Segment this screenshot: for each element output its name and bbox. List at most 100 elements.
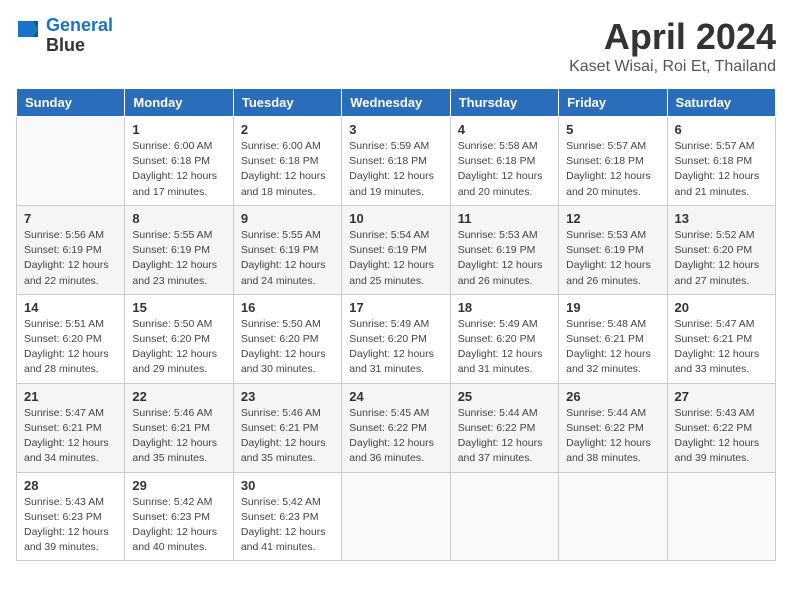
day-number: 19 xyxy=(566,300,659,315)
header-saturday: Saturday xyxy=(667,89,775,117)
header-wednesday: Wednesday xyxy=(342,89,450,117)
week-row-3: 14 Sunrise: 5:51 AMSunset: 6:20 PMDayligh… xyxy=(17,294,776,383)
day-info: Sunrise: 5:56 AMSunset: 6:19 PMDaylight:… xyxy=(24,228,117,289)
day-info: Sunrise: 5:46 AMSunset: 6:21 PMDaylight:… xyxy=(241,406,334,467)
day-info: Sunrise: 5:51 AMSunset: 6:20 PMDaylight:… xyxy=(24,317,117,378)
day-info: Sunrise: 5:44 AMSunset: 6:22 PMDaylight:… xyxy=(566,406,659,467)
day-cell: 18 Sunrise: 5:49 AMSunset: 6:20 PMDayligh… xyxy=(450,294,558,383)
day-cell: 20 Sunrise: 5:47 AMSunset: 6:21 PMDayligh… xyxy=(667,294,775,383)
day-info: Sunrise: 5:45 AMSunset: 6:22 PMDaylight:… xyxy=(349,406,442,467)
day-number: 22 xyxy=(132,389,225,404)
day-cell: 8 Sunrise: 5:55 AMSunset: 6:19 PMDaylight… xyxy=(125,205,233,294)
calendar-header-row: SundayMondayTuesdayWednesdayThursdayFrid… xyxy=(17,89,776,117)
header-sunday: Sunday xyxy=(17,89,125,117)
day-number: 25 xyxy=(458,389,551,404)
header-friday: Friday xyxy=(559,89,667,117)
day-number: 23 xyxy=(241,389,334,404)
day-number: 9 xyxy=(241,211,334,226)
day-cell: 29 Sunrise: 5:42 AMSunset: 6:23 PMDayligh… xyxy=(125,472,233,561)
day-number: 30 xyxy=(241,478,334,493)
day-cell: 3Sunrise: 5:59 AMSunset: 6:18 PMDaylight… xyxy=(342,117,450,206)
day-number: 5 xyxy=(566,122,659,137)
day-number: 20 xyxy=(675,300,768,315)
day-info: Sunrise: 5:43 AMSunset: 6:22 PMDaylight:… xyxy=(675,406,768,467)
day-cell: 30 Sunrise: 5:42 AMSunset: 6:23 PMDayligh… xyxy=(233,472,341,561)
day-info: Sunrise: 5:49 AMSunset: 6:20 PMDaylight:… xyxy=(349,317,442,378)
day-cell: 19Sunrise: 5:48 AMSunset: 6:21 PMDayligh… xyxy=(559,294,667,383)
day-info: Sunrise: 5:42 AMSunset: 6:23 PMDaylight:… xyxy=(241,495,334,556)
day-info: Sunrise: 5:44 AMSunset: 6:22 PMDaylight:… xyxy=(458,406,551,467)
day-cell xyxy=(450,472,558,561)
day-info: Sunrise: 5:49 AMSunset: 6:20 PMDaylight:… xyxy=(458,317,551,378)
day-info: Sunrise: 5:47 AMSunset: 6:21 PMDaylight:… xyxy=(24,406,117,467)
day-number: 8 xyxy=(132,211,225,226)
day-cell: 23 Sunrise: 5:46 AMSunset: 6:21 PMDayligh… xyxy=(233,383,341,472)
day-cell: 1Sunrise: 6:00 AMSunset: 6:18 PMDaylight… xyxy=(125,117,233,206)
day-cell: 17 Sunrise: 5:49 AMSunset: 6:20 PMDayligh… xyxy=(342,294,450,383)
day-cell: 10 Sunrise: 5:54 AMSunset: 6:19 PMDayligh… xyxy=(342,205,450,294)
day-info: Sunrise: 5:53 AMSunset: 6:19 PMDaylight:… xyxy=(566,228,659,289)
day-cell xyxy=(559,472,667,561)
day-number: 11 xyxy=(458,211,551,226)
main-title: April 2024 xyxy=(569,16,776,58)
day-cell xyxy=(667,472,775,561)
day-cell: 7Sunrise: 5:56 AMSunset: 6:19 PMDaylight… xyxy=(17,205,125,294)
week-row-1: 1 Sunrise: 6:00 AMSunset: 6:18 PMDaylight… xyxy=(17,117,776,206)
day-number: 14 xyxy=(24,300,117,315)
day-number: 16 xyxy=(241,300,334,315)
day-number: 28 xyxy=(24,478,117,493)
day-info: Sunrise: 5:50 AMSunset: 6:20 PMDaylight:… xyxy=(132,317,225,378)
day-cell: 15 Sunrise: 5:50 AMSunset: 6:20 PMDayligh… xyxy=(125,294,233,383)
day-number: 18 xyxy=(458,300,551,315)
day-number: 1 xyxy=(132,122,225,137)
day-number: 15 xyxy=(132,300,225,315)
day-cell: 6Sunrise: 5:57 AMSunset: 6:18 PMDaylight… xyxy=(667,117,775,206)
logo-text-line1: General xyxy=(46,16,113,36)
day-number: 17 xyxy=(349,300,442,315)
day-info: Sunrise: 5:53 AMSunset: 6:19 PMDaylight:… xyxy=(458,228,551,289)
day-info: Sunrise: 5:46 AMSunset: 6:21 PMDaylight:… xyxy=(132,406,225,467)
day-info: Sunrise: 5:59 AMSunset: 6:18 PMDaylight:… xyxy=(349,139,442,200)
day-info: Sunrise: 5:58 AMSunset: 6:18 PMDaylight:… xyxy=(458,139,551,200)
day-cell: 12Sunrise: 5:53 AMSunset: 6:19 PMDayligh… xyxy=(559,205,667,294)
day-cell: 26 Sunrise: 5:44 AMSunset: 6:22 PMDayligh… xyxy=(559,383,667,472)
week-row-2: 7Sunrise: 5:56 AMSunset: 6:19 PMDaylight… xyxy=(17,205,776,294)
day-number: 26 xyxy=(566,389,659,404)
day-cell: 21Sunrise: 5:47 AMSunset: 6:21 PMDayligh… xyxy=(17,383,125,472)
day-cell: 27 Sunrise: 5:43 AMSunset: 6:22 PMDayligh… xyxy=(667,383,775,472)
day-info: Sunrise: 5:57 AMSunset: 6:18 PMDaylight:… xyxy=(675,139,768,200)
page-header: General Blue April 2024 Kaset Wisai, Roi… xyxy=(16,16,776,76)
day-number: 2 xyxy=(241,122,334,137)
day-cell: 2 Sunrise: 6:00 AMSunset: 6:18 PMDaylight… xyxy=(233,117,341,206)
day-number: 29 xyxy=(132,478,225,493)
logo: General Blue xyxy=(16,16,113,56)
day-cell xyxy=(342,472,450,561)
logo-icon xyxy=(18,21,38,45)
day-cell xyxy=(17,117,125,206)
subtitle: Kaset Wisai, Roi Et, Thailand xyxy=(569,58,776,76)
day-info: Sunrise: 5:54 AMSunset: 6:19 PMDaylight:… xyxy=(349,228,442,289)
day-info: Sunrise: 5:55 AMSunset: 6:19 PMDaylight:… xyxy=(241,228,334,289)
week-row-5: 28 Sunrise: 5:43 AMSunset: 6:23 PMDayligh… xyxy=(17,472,776,561)
day-cell: 13Sunrise: 5:52 AMSunset: 6:20 PMDayligh… xyxy=(667,205,775,294)
header-monday: Monday xyxy=(125,89,233,117)
day-info: Sunrise: 5:57 AMSunset: 6:18 PMDaylight:… xyxy=(566,139,659,200)
week-row-4: 21Sunrise: 5:47 AMSunset: 6:21 PMDayligh… xyxy=(17,383,776,472)
day-cell: 4Sunrise: 5:58 AMSunset: 6:18 PMDaylight… xyxy=(450,117,558,206)
title-block: April 2024 Kaset Wisai, Roi Et, Thailand xyxy=(569,16,776,76)
day-cell: 22 Sunrise: 5:46 AMSunset: 6:21 PMDayligh… xyxy=(125,383,233,472)
day-info: Sunrise: 6:00 AMSunset: 6:18 PMDaylight:… xyxy=(241,139,334,200)
day-number: 10 xyxy=(349,211,442,226)
day-info: Sunrise: 5:55 AMSunset: 6:19 PMDaylight:… xyxy=(132,228,225,289)
header-thursday: Thursday xyxy=(450,89,558,117)
day-info: Sunrise: 5:47 AMSunset: 6:21 PMDaylight:… xyxy=(675,317,768,378)
calendar-table: SundayMondayTuesdayWednesdayThursdayFrid… xyxy=(16,88,776,561)
day-cell: 11 Sunrise: 5:53 AMSunset: 6:19 PMDayligh… xyxy=(450,205,558,294)
day-cell: 24Sunrise: 5:45 AMSunset: 6:22 PMDayligh… xyxy=(342,383,450,472)
day-cell: 16 Sunrise: 5:50 AMSunset: 6:20 PMDayligh… xyxy=(233,294,341,383)
day-number: 27 xyxy=(675,389,768,404)
day-info: Sunrise: 5:50 AMSunset: 6:20 PMDaylight:… xyxy=(241,317,334,378)
day-number: 13 xyxy=(675,211,768,226)
day-info: Sunrise: 5:42 AMSunset: 6:23 PMDaylight:… xyxy=(132,495,225,556)
day-info: Sunrise: 5:43 AMSunset: 6:23 PMDaylight:… xyxy=(24,495,117,556)
